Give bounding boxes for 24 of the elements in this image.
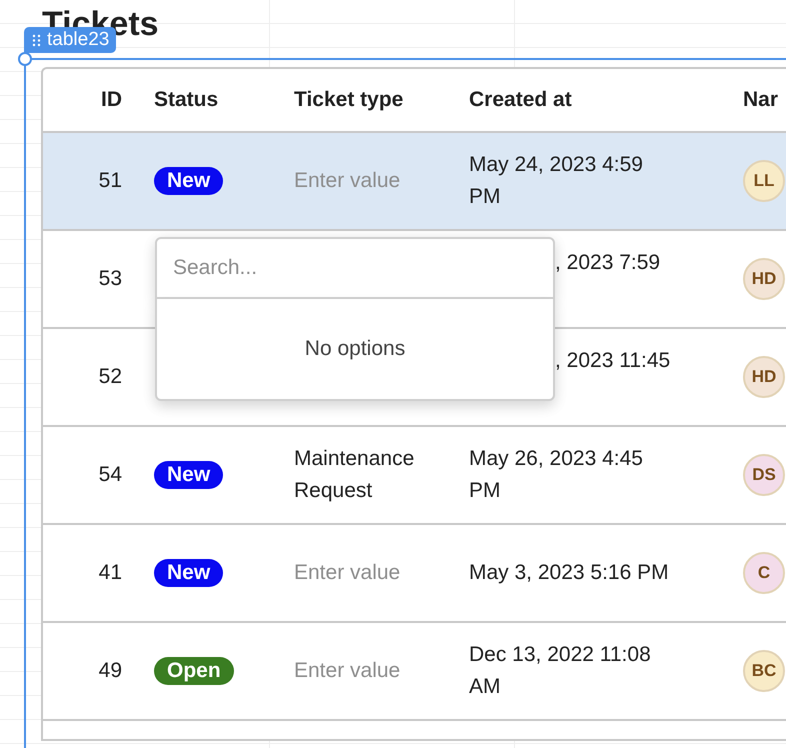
avatar: HD bbox=[743, 356, 785, 398]
id-cell: 41 bbox=[98, 561, 122, 584]
id-cell: 49 bbox=[98, 659, 122, 682]
avatar: C bbox=[743, 552, 785, 594]
date-cell: , 2023 11:45 bbox=[555, 349, 670, 372]
status-badge: Open bbox=[154, 657, 234, 685]
ticket-type-cell: Maintenance Request bbox=[294, 447, 414, 502]
date-cell: May 24, 2023 4:59 PM bbox=[469, 153, 643, 208]
avatar: LL bbox=[743, 160, 785, 202]
date-cell: May 26, 2023 4:45 PM bbox=[469, 447, 643, 502]
empty-message: No options bbox=[155, 299, 555, 401]
id-cell: 52 bbox=[98, 365, 122, 388]
status-badge: New bbox=[154, 559, 224, 587]
date-cell: , 2023 7:59 bbox=[555, 251, 660, 274]
status-badge: New bbox=[154, 461, 224, 489]
id-cell: 53 bbox=[98, 267, 122, 290]
date-cell: May 3, 2023 5:16 PM bbox=[469, 561, 669, 584]
avatar: DS bbox=[743, 454, 785, 496]
avatar: BC bbox=[743, 650, 785, 692]
date-cell: Dec 13, 2022 11:08 AM bbox=[469, 643, 651, 698]
id-cell: 51 bbox=[98, 169, 122, 192]
avatar: HD bbox=[743, 258, 785, 300]
id-cell: 54 bbox=[98, 463, 122, 486]
status-badge: New bbox=[154, 167, 224, 195]
